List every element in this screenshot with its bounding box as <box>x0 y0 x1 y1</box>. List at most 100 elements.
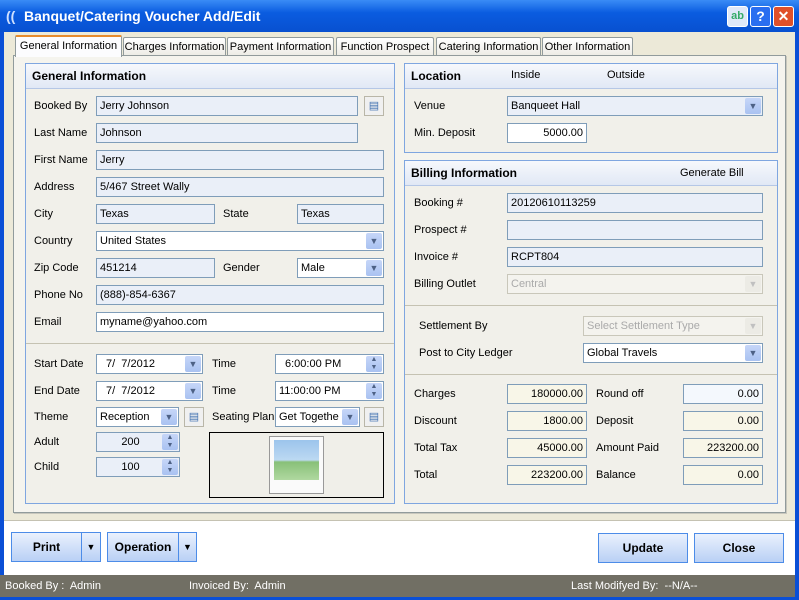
amount-paid-field: 223200.00 <box>683 438 763 458</box>
theme-select[interactable]: Reception ▼ <box>96 407 179 427</box>
last-name-field[interactable]: Johnson <box>96 123 358 143</box>
min-deposit-field[interactable]: 5000.00 <box>507 123 587 143</box>
add-theme-icon[interactable]: ▤ <box>184 407 204 427</box>
charges-field: 180000.00 <box>507 384 587 404</box>
invoice-field[interactable]: RCPT804 <box>507 247 763 267</box>
adult-label: Adult <box>34 436 60 448</box>
chevron-down-icon[interactable]: ▼ <box>161 409 177 425</box>
email-field[interactable]: myname@yahoo.com <box>96 312 384 332</box>
spinner-icon[interactable]: ▲ ▼ <box>162 459 178 475</box>
amount-paid-label: Amount Paid <box>596 442 659 454</box>
booking-label: Booking # <box>414 197 463 209</box>
spinner-icon[interactable]: ▲ ▼ <box>366 383 382 399</box>
seating-plan-label: Seating Plan <box>212 411 275 423</box>
print-dropdown-icon[interactable]: ▼ <box>81 532 101 562</box>
inside-option[interactable]: Inside <box>511 69 540 81</box>
tab-payment-information[interactable]: Payment Information <box>227 37 334 56</box>
end-date-picker[interactable]: 7/ 7/2012 ▼ <box>96 381 203 401</box>
round-off-field[interactable]: 0.00 <box>683 384 763 404</box>
city-field[interactable]: Texas <box>96 204 215 224</box>
booked-by-status: Booked By : Admin <box>5 580 101 592</box>
ledger-label: Post to City Ledger <box>419 347 513 359</box>
update-button[interactable]: Update <box>598 533 688 563</box>
prospect-label: Prospect # <box>414 224 467 236</box>
gender-select[interactable]: Male ▼ <box>297 258 384 278</box>
tab-function-prospect[interactable]: Function Prospect <box>336 37 434 56</box>
theme-value: Reception <box>100 411 150 423</box>
chevron-down-icon[interactable]: ▼ <box>745 98 761 114</box>
start-time-label: Time <box>212 358 237 370</box>
add-seating-plan-icon[interactable]: ▤ <box>364 407 384 427</box>
booking-field[interactable]: 20120610113259 <box>507 193 763 213</box>
start-date-value: 7/ 7/2012 <box>106 358 155 370</box>
chevron-down-icon[interactable]: ▼ <box>366 233 382 249</box>
seating-plan-image[interactable] <box>209 432 384 498</box>
start-date-picker[interactable]: 7/ 7/2012 ▼ <box>96 354 203 374</box>
chevron-down-icon[interactable]: ▼ <box>185 356 201 372</box>
first-name-field[interactable]: Jerry <box>96 150 384 170</box>
close-icon[interactable]: ✕ <box>773 6 794 27</box>
settlement-value: Select Settlement Type <box>587 320 700 332</box>
settlement-label: Settlement By <box>419 320 488 332</box>
generate-bill-link[interactable]: Generate Bill <box>680 167 744 179</box>
balance-field: 0.00 <box>683 465 763 485</box>
group-header: General Information <box>26 64 394 89</box>
child-stepper[interactable]: 100 ▲ ▼ <box>96 457 180 477</box>
city-label: City <box>34 208 53 220</box>
country-select[interactable]: United States ▼ <box>96 231 384 251</box>
operation-button[interactable]: Operation <box>107 532 179 562</box>
adult-stepper[interactable]: 200 ▲ ▼ <box>96 432 180 452</box>
ledger-select[interactable]: Global Travels ▼ <box>583 343 763 363</box>
start-time-value: 6:00:00 PM <box>285 358 342 370</box>
total-label: Total <box>414 469 438 481</box>
booked-by-label: Booked By <box>34 100 88 112</box>
operation-dropdown-icon[interactable]: ▼ <box>178 532 197 562</box>
chevron-down-icon[interactable]: ▼ <box>366 260 382 276</box>
tab-catering-information[interactable]: Catering Information <box>436 37 541 56</box>
lookup-icon[interactable]: ▤ <box>364 96 384 116</box>
invoiced-by-status: Invoiced By: Admin <box>189 580 286 592</box>
total-tax-label: Total Tax <box>414 442 458 454</box>
address-field[interactable]: 5/467 Street Wally <box>96 177 384 197</box>
start-date-label: Start Date <box>34 358 84 370</box>
state-field[interactable]: Texas <box>297 204 384 224</box>
balance-label: Balance <box>596 469 636 481</box>
chevron-down-icon: ▼ <box>745 318 761 334</box>
start-time-field[interactable]: 6:00:00 PM ▲ ▼ <box>275 354 384 374</box>
seating-plan-select[interactable]: Get Togethe ▼ <box>275 407 360 427</box>
invoice-label: Invoice # <box>414 251 459 263</box>
end-time-value: 11:00:00 PM <box>279 385 341 397</box>
venue-select[interactable]: Banqueet Hall ▼ <box>507 96 763 116</box>
spellcheck-icon[interactable]: ab <box>727 6 748 27</box>
discount-field: 1800.00 <box>507 411 587 431</box>
first-name-label: First Name <box>34 154 88 166</box>
tab-charges-information[interactable]: Charges Information <box>123 37 226 56</box>
zip-field[interactable]: 451214 <box>96 258 215 278</box>
tab-general-information[interactable]: General Information <box>15 35 122 57</box>
booked-by-field[interactable]: Jerry Johnson <box>96 96 358 116</box>
end-time-field[interactable]: 11:00:00 PM ▲ ▼ <box>275 381 384 401</box>
last-name-label: Last Name <box>34 127 88 139</box>
settlement-select[interactable]: Select Settlement Type ▼ <box>583 316 763 336</box>
divider <box>405 374 777 375</box>
print-button[interactable]: Print <box>11 532 82 562</box>
billing-outlet-select[interactable]: Central ▼ <box>507 274 763 294</box>
child-value: 100 <box>121 461 140 473</box>
adult-value: 200 <box>121 436 140 448</box>
venue-value: Banqueet Hall <box>511 100 581 112</box>
phone-field[interactable]: (888)-854-6367 <box>96 285 384 305</box>
chevron-down-icon[interactable]: ▼ <box>342 409 358 425</box>
status-bar: Booked By : Admin Invoiced By: Admin Las… <box>0 575 795 597</box>
help-icon[interactable]: ? <box>750 6 771 27</box>
chevron-down-icon[interactable]: ▼ <box>745 345 761 361</box>
spinner-icon[interactable]: ▲ ▼ <box>366 356 382 372</box>
deposit-label: Deposit <box>596 415 634 427</box>
prospect-field[interactable] <box>507 220 763 240</box>
tab-other-information[interactable]: Other Information <box>542 37 633 56</box>
close-button[interactable]: Close <box>694 533 784 563</box>
total-tax-field: 45000.00 <box>507 438 587 458</box>
outside-option[interactable]: Outside <box>607 69 645 81</box>
spinner-icon[interactable]: ▲ ▼ <box>162 434 178 450</box>
billing-outlet-value: Central <box>511 278 547 290</box>
chevron-down-icon[interactable]: ▼ <box>185 383 201 399</box>
